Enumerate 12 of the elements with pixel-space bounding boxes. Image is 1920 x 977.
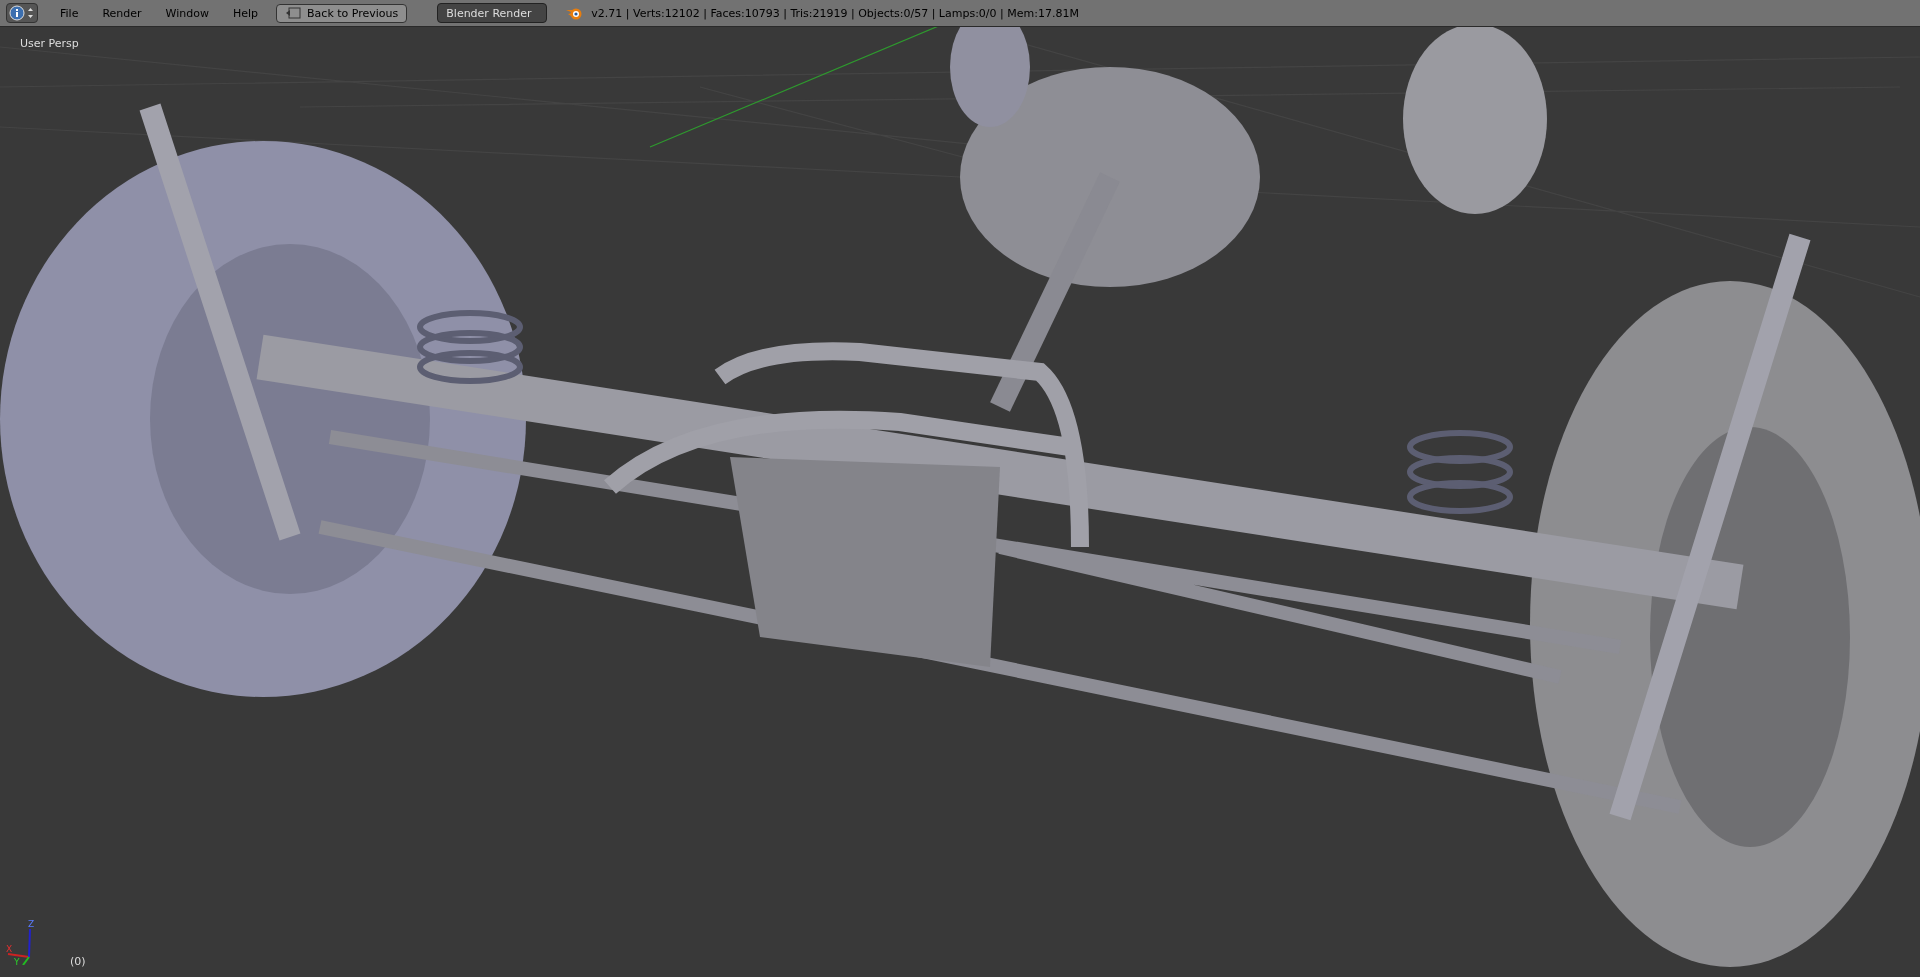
- back-to-previous-button[interactable]: Back to Previous: [276, 3, 408, 23]
- menu-item[interactable]: Help: [222, 4, 269, 22]
- render-engine-dropdown[interactable]: Blender Render: [437, 3, 548, 23]
- frame-number: (0): [70, 955, 86, 968]
- scene-statistics: v2.71 | Verts:12102 | Faces:10793 | Tris:21919 | Objects:0/57 | Lamps:0/0 | Mem:17.81M: [591, 6, 1079, 20]
- info-icon: [9, 5, 35, 21]
- menu-item[interactable]: Render: [92, 4, 152, 22]
- view-name-label: User Persp: [20, 37, 79, 50]
- axis-gizmo-drawing: X Y Z: [4, 919, 44, 965]
- editor-type-button[interactable]: [6, 3, 38, 23]
- menu-item[interactable]: Window: [155, 4, 219, 22]
- menu-item[interactable]: File: [50, 4, 89, 22]
